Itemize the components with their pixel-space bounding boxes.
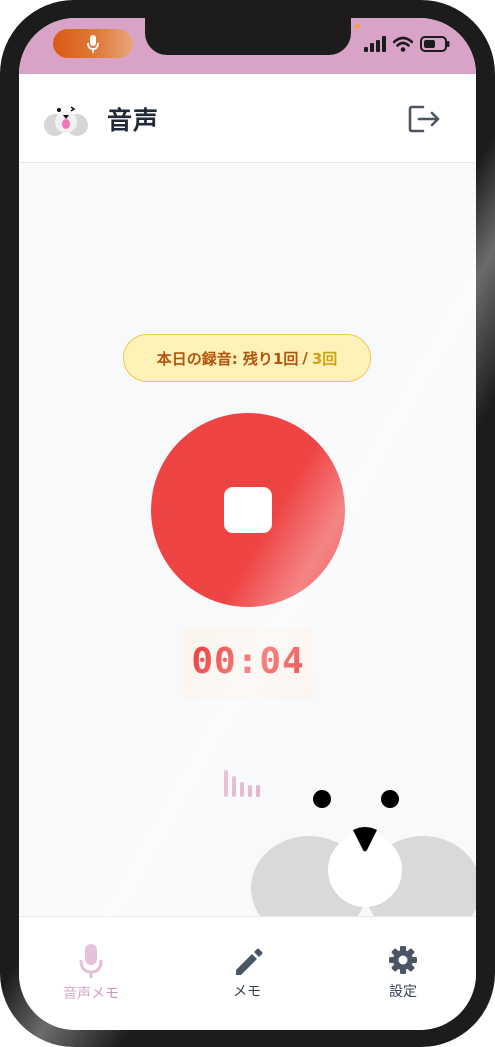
- app-screen: 音声 本日の録音: 残り1回 / 3回 00:04 音声メモ メモ 設定: [19, 18, 476, 1030]
- elapsed-timer: 00:04: [191, 641, 305, 682]
- level-bar: [240, 782, 244, 797]
- quota-remaining-text: 本日の録音: 残り1回: [156, 349, 299, 368]
- status-bar: [19, 18, 476, 74]
- microphone-icon: [87, 34, 99, 53]
- level-bar: [224, 770, 228, 797]
- gear-icon: [389, 946, 417, 974]
- timer-panel: 00:04: [183, 627, 313, 699]
- pencil-icon: [236, 948, 263, 975]
- device-notch: [145, 18, 351, 55]
- nav-item-memo[interactable]: メモ: [197, 943, 297, 1001]
- bottom-navigation: 音声メモ メモ 設定: [19, 916, 476, 1030]
- battery-icon: [420, 36, 450, 52]
- camera-dot: [355, 24, 360, 29]
- logout-icon[interactable]: [408, 104, 442, 134]
- microphone-icon: [79, 944, 103, 978]
- phone-frame: 音声 本日の録音: 残り1回 / 3回 00:04 音声メモ メモ 設定: [0, 0, 495, 1047]
- recording-indicator: [53, 29, 133, 58]
- page-title: 音声: [107, 106, 160, 135]
- mascot-illustration: [251, 790, 476, 933]
- nav-item-voice-memo[interactable]: 音声メモ: [41, 943, 141, 1003]
- status-icons: [364, 36, 450, 52]
- app-logo: [44, 106, 88, 136]
- signal-bars-icon: [364, 36, 386, 52]
- quota-total-text: 3回: [311, 349, 338, 368]
- nav-label-voice-memo: 音声メモ: [63, 986, 119, 1002]
- stop-square-icon: [224, 487, 272, 533]
- nav-label-memo: メモ: [233, 984, 261, 1000]
- daily-quota-badge: 本日の録音: 残り1回 / 3回: [123, 334, 371, 382]
- wifi-icon: [393, 36, 413, 52]
- stop-recording-button[interactable]: [151, 413, 345, 607]
- app-header: 音声: [19, 74, 476, 163]
- level-bar: [232, 776, 236, 797]
- quota-separator: /: [302, 349, 308, 367]
- nav-label-settings: 設定: [389, 984, 417, 1000]
- nav-item-settings[interactable]: 設定: [353, 943, 453, 1001]
